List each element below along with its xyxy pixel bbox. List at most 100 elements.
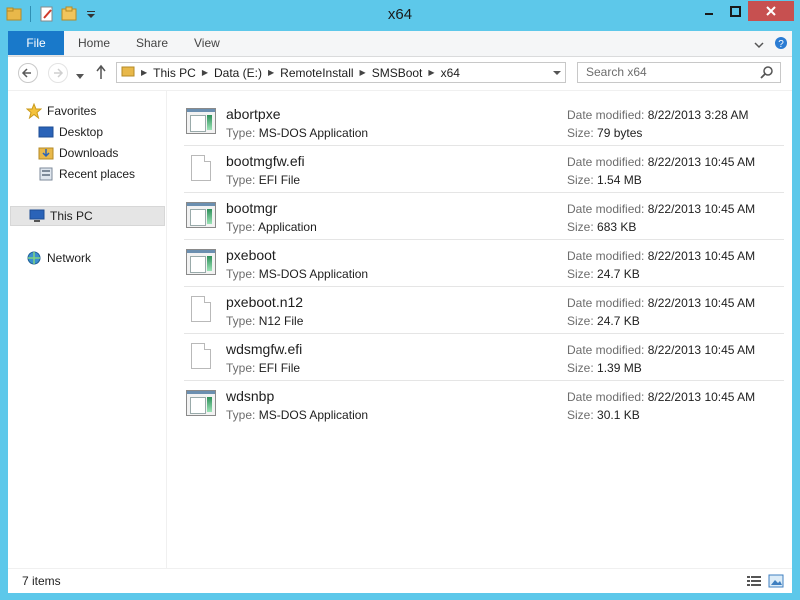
file-type: Type: Application: [226, 220, 317, 234]
file-size: Size: 79 bytes: [567, 126, 642, 140]
title-bar[interactable]: x64: [0, 0, 800, 31]
date-label: Date modified:: [567, 249, 645, 263]
size-label: Size:: [567, 220, 594, 234]
pane-splitter[interactable]: [166, 91, 167, 568]
file-name: abortpxe: [226, 106, 281, 122]
desktop-icon: [38, 124, 54, 140]
minimize-icon: [705, 13, 713, 15]
document-icon: [186, 296, 216, 322]
close-button[interactable]: [748, 1, 794, 21]
size-label: Size:: [567, 126, 594, 140]
file-date-value: 8/22/2013 10:45 AM: [647, 202, 756, 216]
breadcrumb-x64[interactable]: x64: [441, 66, 460, 80]
search-icon[interactable]: [760, 65, 774, 85]
size-label: Size:: [567, 173, 594, 187]
nav-favorites-label: Favorites: [47, 104, 97, 118]
file-size: Size: 30.1 KB: [567, 408, 640, 422]
maximize-button[interactable]: [722, 1, 748, 21]
file-type-value: EFI File: [258, 361, 301, 375]
nav-favorites[interactable]: Favorites: [25, 101, 156, 121]
file-date-value: 8/22/2013 10:45 AM: [647, 390, 756, 404]
file-type: Type: N12 File: [226, 314, 303, 328]
breadcrumb-arrow-icon[interactable]: ▶: [428, 68, 434, 77]
file-type-value: N12 File: [258, 314, 304, 328]
document-icon: [186, 155, 216, 181]
computer-icon: [29, 208, 45, 224]
nav-this-pc[interactable]: This PC: [10, 206, 165, 226]
address-bar[interactable]: ▶ This PC ▶ Data (E:) ▶ RemoteInstall ▶ …: [116, 62, 566, 83]
file-date: Date modified: 8/22/2013 3:28 AM: [567, 108, 748, 122]
file-size-value: 79 bytes: [597, 126, 643, 140]
recent-locations-button[interactable]: [76, 69, 84, 83]
recent-places-icon: [38, 166, 54, 182]
file-item[interactable]: pxeboot Type: MS-DOS Application Date mo…: [184, 240, 784, 287]
nav-network-label: Network: [47, 251, 92, 265]
application-icon: [186, 390, 216, 416]
file-item[interactable]: abortpxe Type: MS-DOS Application Date m…: [184, 99, 784, 146]
file-size: Size: 1.39 MB: [567, 361, 642, 375]
nav-downloads[interactable]: Downloads: [38, 143, 158, 163]
size-label: Size:: [567, 267, 594, 281]
type-label: Type:: [226, 361, 256, 375]
status-bar: 7 items: [8, 568, 792, 593]
breadcrumb-data-drive[interactable]: Data (E:): [214, 66, 262, 80]
file-size-value: 683 KB: [597, 220, 637, 234]
forward-button[interactable]: [48, 63, 68, 83]
window-controls: [696, 1, 794, 21]
large-icons-view-icon[interactable]: [768, 573, 784, 589]
file-size-value: 1.54 MB: [597, 173, 642, 187]
file-date: Date modified: 8/22/2013 10:45 AM: [567, 343, 755, 357]
window-title: x64: [387, 6, 413, 23]
maximize-icon: [729, 5, 741, 17]
file-name: pxeboot: [226, 247, 276, 263]
explorer-window: x64 File Home Share View ? ▶ This PC ▶ D…: [0, 0, 800, 600]
back-button[interactable]: [18, 63, 38, 83]
tab-home[interactable]: Home: [78, 31, 110, 56]
tab-view[interactable]: View: [194, 31, 220, 56]
file-size-value: 1.39 MB: [597, 361, 642, 375]
nav-recent-places[interactable]: Recent places: [38, 164, 158, 184]
breadcrumb-arrow-icon[interactable]: ▶: [202, 68, 208, 77]
nav-this-pc-label: This PC: [50, 209, 93, 223]
file-date: Date modified: 8/22/2013 10:45 AM: [567, 296, 755, 310]
file-item[interactable]: pxeboot.n12 Type: N12 File Date modified…: [184, 287, 784, 334]
application-icon: [186, 202, 216, 228]
breadcrumb-remoteinstall[interactable]: RemoteInstall: [280, 66, 353, 80]
breadcrumb-arrow-icon[interactable]: ▶: [141, 68, 147, 77]
file-type: Type: MS-DOS Application: [226, 408, 368, 422]
breadcrumb-arrow-icon[interactable]: ▶: [360, 68, 366, 77]
file-list: abortpxe Type: MS-DOS Application Date m…: [184, 99, 784, 428]
ribbon-controls: ?: [754, 36, 788, 53]
file-date: Date modified: 8/22/2013 10:45 AM: [567, 155, 755, 169]
details-view-icon[interactable]: [746, 573, 762, 589]
file-date-value: 8/22/2013 10:45 AM: [647, 343, 756, 357]
breadcrumb-this-pc[interactable]: This PC: [153, 66, 196, 80]
tab-file[interactable]: File: [8, 31, 64, 56]
help-icon[interactable]: ?: [774, 36, 788, 53]
file-item[interactable]: bootmgfw.efi Type: EFI File Date modifie…: [184, 146, 784, 193]
up-button[interactable]: [94, 64, 108, 83]
file-name: wdsmgfw.efi: [226, 341, 303, 357]
type-label: Type:: [226, 314, 256, 328]
expand-ribbon-icon[interactable]: [754, 38, 764, 52]
file-name: pxeboot.n12: [226, 294, 304, 310]
file-name: bootmgfw.efi: [226, 153, 305, 169]
size-label: Size:: [567, 361, 594, 375]
breadcrumb-smsboot[interactable]: SMSBoot: [372, 66, 423, 80]
minimize-button[interactable]: [696, 1, 722, 21]
up-arrow-icon: [96, 64, 106, 79]
star-icon: [25, 102, 43, 120]
file-item[interactable]: bootmgr Type: Application Date modified:…: [184, 193, 784, 240]
tab-share[interactable]: Share: [136, 31, 168, 56]
file-item[interactable]: wdsnbp Type: MS-DOS Application Date mod…: [184, 381, 784, 428]
nav-desktop[interactable]: Desktop: [38, 122, 158, 142]
file-size-value: 24.7 KB: [597, 314, 640, 328]
type-label: Type:: [226, 267, 256, 281]
breadcrumb-arrow-icon[interactable]: ▶: [268, 68, 274, 77]
search-input[interactable]: Search x64: [577, 62, 781, 83]
nav-network[interactable]: Network: [26, 248, 156, 268]
file-date-value: 8/22/2013 10:45 AM: [647, 249, 756, 263]
file-name: wdsnbp: [226, 388, 275, 404]
address-dropdown-icon[interactable]: [553, 63, 561, 84]
file-item[interactable]: wdsmgfw.efi Type: EFI File Date modified…: [184, 334, 784, 381]
